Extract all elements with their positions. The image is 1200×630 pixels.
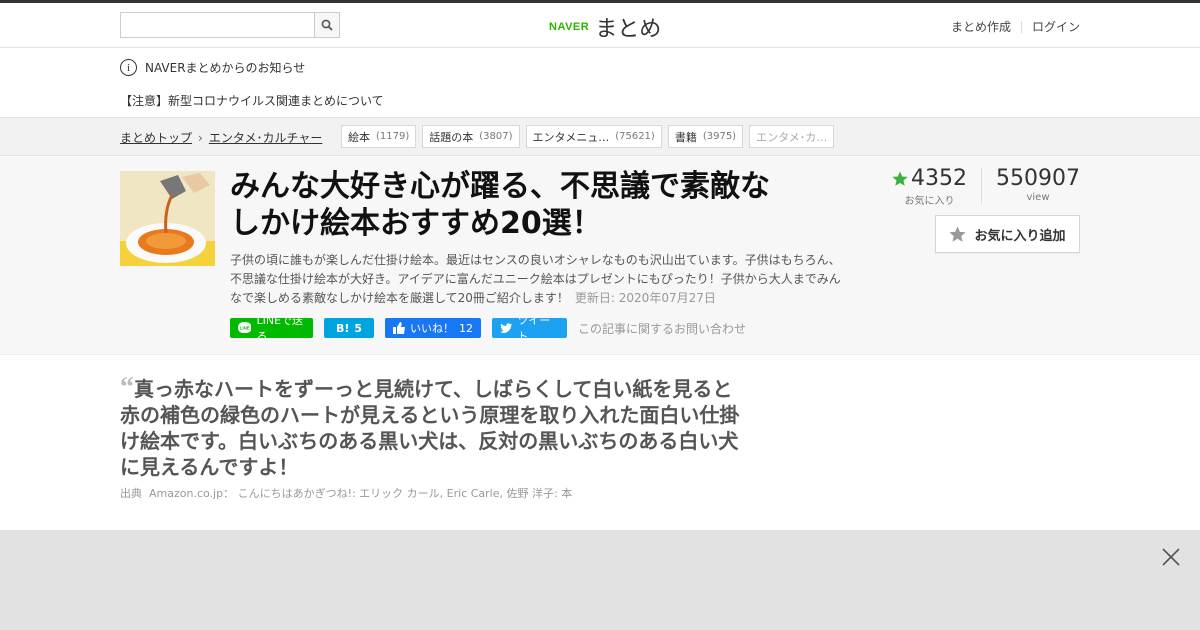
notice-heading: i NAVERまとめからのお知らせ <box>120 59 305 76</box>
line-icon: LINE <box>238 322 252 334</box>
tag-item[interactable]: 書籍 (3975) <box>667 125 744 148</box>
tag-count: (1179) <box>376 131 410 142</box>
tag-count: (75621) <box>615 131 655 142</box>
line-share-button[interactable]: LINE LINEで送る <box>230 314 313 343</box>
site-header: NAVER まとめ まとめ作成 ログイン <box>0 3 1200 48</box>
facebook-like-count: 12 <box>459 321 473 335</box>
source-link[interactable]: Amazon.co.jp： こんにちはあかぎつね!: エリック カール, Eri… <box>149 487 572 500</box>
tag-count: (3807) <box>479 131 513 142</box>
notice-area: i NAVERまとめからのお知らせ 【注意】新型コロナウイルス関連まとめについて <box>0 48 1200 118</box>
header-links: まとめ作成 ログイン <box>951 18 1080 35</box>
search-button[interactable] <box>314 13 339 37</box>
logo-text: まとめ <box>595 17 662 42</box>
thumbnail-image <box>120 171 215 266</box>
star-icon <box>892 171 908 186</box>
breadcrumb-bar: まとめトップ › エンタメ･カルチャー 絵本 (1179) 話題の本 (3807) … <box>0 118 1200 156</box>
thumbs-up-icon <box>393 322 405 334</box>
contact-link[interactable]: この記事に関するお問い合わせ <box>578 320 746 337</box>
tag-label: エンタメニュ… <box>532 130 610 144</box>
search-box <box>120 12 340 38</box>
favorites-label: お気に入り <box>904 196 955 207</box>
updated-date: 更新日: 2020年07月27日 <box>574 291 716 305</box>
views-label: view <box>1026 192 1050 203</box>
create-matome-link[interactable]: まとめ作成 <box>951 18 1011 35</box>
hatena-bookmark-button[interactable]: B! 5 <box>324 318 374 338</box>
favorites-stat: 4352 お気に入り <box>892 166 967 207</box>
tag-label: エンタメ･カ… <box>756 130 828 144</box>
info-icon: i <box>120 59 137 76</box>
tag-item[interactable]: 話題の本 (3807) <box>422 125 520 148</box>
tweet-button[interactable]: ツイート <box>492 314 567 343</box>
notice-item-link[interactable]: 【注意】新型コロナウイルス関連まとめについて <box>120 92 384 109</box>
article-thumbnail[interactable] <box>120 171 215 266</box>
tag-item[interactable]: エンタメ･カ… <box>749 125 835 148</box>
article-title-line-2: しかけ絵本おすすめ20選！ <box>230 206 602 241</box>
article-title: みんな大好き心が躍る、不思議で素敵な しかけ絵本おすすめ20選！ <box>230 168 850 242</box>
svg-text:LINE: LINE <box>240 326 250 331</box>
quote-text: 真っ赤なハートをずーっと見続けて、しばらくして白い紙を見ると赤の補色の緑色のハー… <box>120 377 740 479</box>
article-header: みんな大好き心が躍る、不思議で素敵な しかけ絵本おすすめ20選！ 子供の頃に誰も… <box>0 156 1200 355</box>
logo-brand: NAVER <box>549 21 590 33</box>
chevron-right-icon: › <box>198 130 203 145</box>
tag-item[interactable]: エンタメニュ… (75621) <box>525 125 662 148</box>
views-count: 550907 <box>996 166 1080 191</box>
tag-label: 話題の本 <box>429 130 474 144</box>
share-bar: LINE LINEで送る B! 5 いいね！ 12 ツイート この記事に関するお… <box>230 314 746 343</box>
breadcrumb: まとめトップ › エンタメ･カルチャー <box>120 129 322 146</box>
search-input[interactable] <box>121 13 314 37</box>
quote-section: “真っ赤なハートをずーっと見続けて、しばらくして白い紙を見ると赤の補色の緑色のハ… <box>0 355 1200 530</box>
favorites-count: 4352 <box>911 166 968 191</box>
views-stat: 550907 view <box>996 166 1080 203</box>
quote-mark-icon: “ <box>120 372 134 403</box>
facebook-like-label: いいね！ <box>410 322 454 335</box>
description-text: 子供の頃に誰もが楽しんだ仕掛け絵本。最近はセンスの良いオシャレなものも沢山出てい… <box>230 253 841 305</box>
hatena-count: 5 <box>354 321 363 335</box>
quote-source: 出典 Amazon.co.jp： こんにちはあかぎつね!: エリック カール, … <box>120 485 572 501</box>
breadcrumb-top-link[interactable]: まとめトップ <box>120 129 192 146</box>
article-stats: 4352 お気に入り 550907 view <box>892 166 1080 207</box>
twitter-bird-icon <box>500 322 513 333</box>
stats-divider <box>981 168 983 204</box>
add-favorite-label: お気に入り追加 <box>974 228 1066 244</box>
source-label: 出典 <box>120 487 142 500</box>
hatena-icon: B! <box>335 321 350 335</box>
ad-banner <box>0 530 1200 630</box>
tag-label: 書籍 <box>674 130 697 144</box>
header-divider <box>1020 20 1022 33</box>
tag-count: (3975) <box>702 131 737 142</box>
notice-title: NAVERまとめからのお知らせ <box>145 61 306 75</box>
tweet-label: ツイート <box>517 314 551 343</box>
article-description: 子供の頃に誰もが楽しんだ仕掛け絵本。最近はセンスの良いオシャレなものも沢山出てい… <box>230 251 850 308</box>
login-link[interactable]: ログイン <box>1032 18 1080 35</box>
tag-list: 絵本 (1179) 話題の本 (3807) エンタメニュ… (75621) 書籍 (39… <box>341 125 835 148</box>
facebook-like-button[interactable]: いいね！ 12 <box>385 318 481 338</box>
breadcrumb-category-link[interactable]: エンタメ･カルチャー <box>209 129 323 146</box>
star-outline-icon <box>949 226 967 242</box>
tag-label: 絵本 <box>348 130 370 144</box>
search-icon <box>321 19 333 31</box>
add-favorite-button[interactable]: お気に入り追加 <box>935 215 1080 253</box>
line-share-label: LINEで送る <box>256 314 304 343</box>
tag-item[interactable]: 絵本 (1179) <box>341 125 417 148</box>
close-icon[interactable] <box>1162 548 1180 566</box>
article-title-line-1: みんな大好き心が躍る、不思議で素敵な <box>230 169 770 204</box>
naver-matome-logo[interactable]: NAVER まとめ <box>549 11 661 43</box>
blockquote: “真っ赤なハートをずーっと見続けて、しばらくして白い紙を見ると赤の補色の緑色のハ… <box>120 372 750 480</box>
